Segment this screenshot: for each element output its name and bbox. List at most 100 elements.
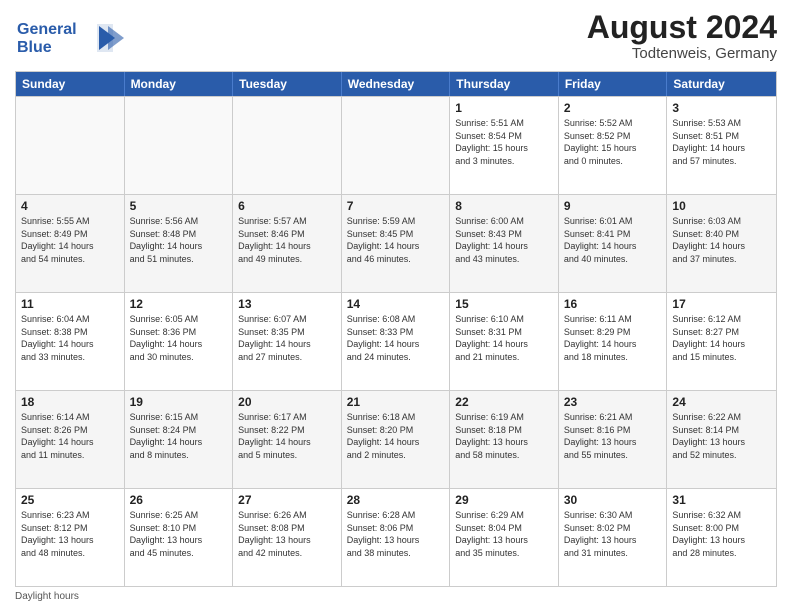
day-info: Sunrise: 6:00 AM Sunset: 8:43 PM Dayligh… [455, 215, 553, 265]
day-cell-4: 4Sunrise: 5:55 AM Sunset: 8:49 PM Daylig… [16, 195, 125, 292]
day-info: Sunrise: 6:08 AM Sunset: 8:33 PM Dayligh… [347, 313, 445, 363]
day-number: 29 [455, 493, 553, 507]
day-cell-20: 20 Sunrise: 6:17 AM Sunset: 8:22 PM Dayli… [233, 391, 342, 488]
day-number: 9 [564, 199, 662, 213]
day-info: Sunrise: 6:17 AM Sunset: 8:22 PM Dayligh… [238, 411, 336, 461]
day-number: 14 [347, 297, 445, 311]
day-info: Sunrise: 6:07 AM Sunset: 8:35 PM Dayligh… [238, 313, 336, 363]
day-number: 16 [564, 297, 662, 311]
logo: General Blue [15, 14, 125, 63]
calendar: SundayMondayTuesdayWednesdayThursdayFrid… [15, 71, 777, 587]
day-number: 20 [238, 395, 336, 409]
day-info: Sunrise: 6:30 AM Sunset: 8:02 PM Dayligh… [564, 509, 662, 559]
day-cell-9: 9 Sunrise: 6:01 AM Sunset: 8:41 PM Daylig… [559, 195, 668, 292]
day-cell-17: 17Sunrise: 6:12 AM Sunset: 8:27 PM Dayli… [667, 293, 776, 390]
day-info: Sunrise: 6:11 AM Sunset: 8:29 PM Dayligh… [564, 313, 662, 363]
day-number: 21 [347, 395, 445, 409]
day-of-week-friday: Friday [559, 72, 668, 96]
calendar-row-1: 1Sunrise: 5:51 AM Sunset: 8:54 PM Daylig… [16, 96, 776, 194]
day-cell-27: 27Sunrise: 6:26 AM Sunset: 8:08 PM Dayli… [233, 489, 342, 586]
day-cell-3: 3 Sunrise: 5:53 AM Sunset: 8:51 PM Daylig… [667, 97, 776, 194]
day-number: 15 [455, 297, 553, 311]
day-of-week-thursday: Thursday [450, 72, 559, 96]
day-info: Sunrise: 5:53 AM Sunset: 8:51 PM Dayligh… [672, 117, 771, 167]
header: General Blue August 2024 Todtenweis, Ger… [15, 10, 777, 63]
day-number: 25 [21, 493, 119, 507]
day-cell-26: 26Sunrise: 6:25 AM Sunset: 8:10 PM Dayli… [125, 489, 234, 586]
day-info: Sunrise: 6:25 AM Sunset: 8:10 PM Dayligh… [130, 509, 228, 559]
empty-cell [342, 97, 451, 194]
day-number: 30 [564, 493, 662, 507]
day-number: 7 [347, 199, 445, 213]
day-info: Sunrise: 6:26 AM Sunset: 8:08 PM Dayligh… [238, 509, 336, 559]
day-info: Sunrise: 6:15 AM Sunset: 8:24 PM Dayligh… [130, 411, 228, 461]
day-number: 23 [564, 395, 662, 409]
calendar-row-5: 25 Sunrise: 6:23 AM Sunset: 8:12 PM Dayli… [16, 488, 776, 586]
day-number: 18 [21, 395, 119, 409]
day-cell-14: 14 Sunrise: 6:08 AM Sunset: 8:33 PM Dayli… [342, 293, 451, 390]
day-info: Sunrise: 6:29 AM Sunset: 8:04 PM Dayligh… [455, 509, 553, 559]
day-info: Sunrise: 6:22 AM Sunset: 8:14 PM Dayligh… [672, 411, 771, 461]
day-number: 28 [347, 493, 445, 507]
day-cell-22: 22Sunrise: 6:19 AM Sunset: 8:18 PM Dayli… [450, 391, 559, 488]
day-info: Sunrise: 5:57 AM Sunset: 8:46 PM Dayligh… [238, 215, 336, 265]
calendar-header: SundayMondayTuesdayWednesdayThursdayFrid… [16, 72, 776, 96]
day-info: Sunrise: 6:23 AM Sunset: 8:12 PM Dayligh… [21, 509, 119, 559]
svg-text:General: General [17, 21, 77, 38]
day-cell-11: 11 Sunrise: 6:04 AM Sunset: 8:38 PM Dayli… [16, 293, 125, 390]
day-info: Sunrise: 6:18 AM Sunset: 8:20 PM Dayligh… [347, 411, 445, 461]
day-info: Sunrise: 6:01 AM Sunset: 8:41 PM Dayligh… [564, 215, 662, 265]
calendar-row-4: 18 Sunrise: 6:14 AM Sunset: 8:26 PM Dayli… [16, 390, 776, 488]
day-cell-2: 2Sunrise: 5:52 AM Sunset: 8:52 PM Daylig… [559, 97, 668, 194]
day-info: Sunrise: 6:14 AM Sunset: 8:26 PM Dayligh… [21, 411, 119, 461]
day-cell-25: 25 Sunrise: 6:23 AM Sunset: 8:12 PM Dayli… [16, 489, 125, 586]
day-number: 24 [672, 395, 771, 409]
empty-cell [233, 97, 342, 194]
day-number: 8 [455, 199, 553, 213]
day-cell-12: 12 Sunrise: 6:05 AM Sunset: 8:36 PM Dayli… [125, 293, 234, 390]
day-info: Sunrise: 6:21 AM Sunset: 8:16 PM Dayligh… [564, 411, 662, 461]
day-cell-1: 1Sunrise: 5:51 AM Sunset: 8:54 PM Daylig… [450, 97, 559, 194]
day-info: Sunrise: 5:56 AM Sunset: 8:48 PM Dayligh… [130, 215, 228, 265]
day-number: 5 [130, 199, 228, 213]
day-cell-28: 28Sunrise: 6:28 AM Sunset: 8:06 PM Dayli… [342, 489, 451, 586]
day-cell-16: 16 Sunrise: 6:11 AM Sunset: 8:29 PM Dayli… [559, 293, 668, 390]
location-title: Todtenweis, Germany [587, 45, 777, 62]
day-info: Sunrise: 6:05 AM Sunset: 8:36 PM Dayligh… [130, 313, 228, 363]
day-number: 17 [672, 297, 771, 311]
day-cell-15: 15Sunrise: 6:10 AM Sunset: 8:31 PM Dayli… [450, 293, 559, 390]
day-info: Sunrise: 5:51 AM Sunset: 8:54 PM Dayligh… [455, 117, 553, 167]
day-of-week-monday: Monday [125, 72, 234, 96]
day-cell-18: 18 Sunrise: 6:14 AM Sunset: 8:26 PM Dayli… [16, 391, 125, 488]
day-cell-7: 7 Sunrise: 5:59 AM Sunset: 8:45 PM Daylig… [342, 195, 451, 292]
day-cell-29: 29 Sunrise: 6:29 AM Sunset: 8:04 PM Dayli… [450, 489, 559, 586]
day-number: 11 [21, 297, 119, 311]
calendar-row-2: 4Sunrise: 5:55 AM Sunset: 8:49 PM Daylig… [16, 194, 776, 292]
day-cell-24: 24 Sunrise: 6:22 AM Sunset: 8:14 PM Dayli… [667, 391, 776, 488]
day-of-week-tuesday: Tuesday [233, 72, 342, 96]
day-number: 31 [672, 493, 771, 507]
calendar-body: 1Sunrise: 5:51 AM Sunset: 8:54 PM Daylig… [16, 96, 776, 586]
day-number: 6 [238, 199, 336, 213]
day-info: Sunrise: 6:19 AM Sunset: 8:18 PM Dayligh… [455, 411, 553, 461]
day-number: 13 [238, 297, 336, 311]
day-cell-10: 10Sunrise: 6:03 AM Sunset: 8:40 PM Dayli… [667, 195, 776, 292]
day-cell-31: 31 Sunrise: 6:32 AM Sunset: 8:00 PM Dayli… [667, 489, 776, 586]
day-cell-6: 6 Sunrise: 5:57 AM Sunset: 8:46 PM Daylig… [233, 195, 342, 292]
month-title: August 2024 [587, 10, 777, 45]
day-info: Sunrise: 5:55 AM Sunset: 8:49 PM Dayligh… [21, 215, 119, 265]
day-of-week-sunday: Sunday [16, 72, 125, 96]
day-info: Sunrise: 6:32 AM Sunset: 8:00 PM Dayligh… [672, 509, 771, 559]
footer-note: Daylight hours [15, 591, 777, 602]
day-cell-5: 5 Sunrise: 5:56 AM Sunset: 8:48 PM Daylig… [125, 195, 234, 292]
day-number: 12 [130, 297, 228, 311]
day-cell-8: 8 Sunrise: 6:00 AM Sunset: 8:43 PM Daylig… [450, 195, 559, 292]
day-of-week-saturday: Saturday [667, 72, 776, 96]
day-of-week-wednesday: Wednesday [342, 72, 451, 96]
day-info: Sunrise: 5:59 AM Sunset: 8:45 PM Dayligh… [347, 215, 445, 265]
day-number: 3 [672, 101, 771, 115]
day-info: Sunrise: 5:52 AM Sunset: 8:52 PM Dayligh… [564, 117, 662, 167]
day-info: Sunrise: 6:04 AM Sunset: 8:38 PM Dayligh… [21, 313, 119, 363]
empty-cell [16, 97, 125, 194]
day-cell-30: 30 Sunrise: 6:30 AM Sunset: 8:02 PM Dayli… [559, 489, 668, 586]
